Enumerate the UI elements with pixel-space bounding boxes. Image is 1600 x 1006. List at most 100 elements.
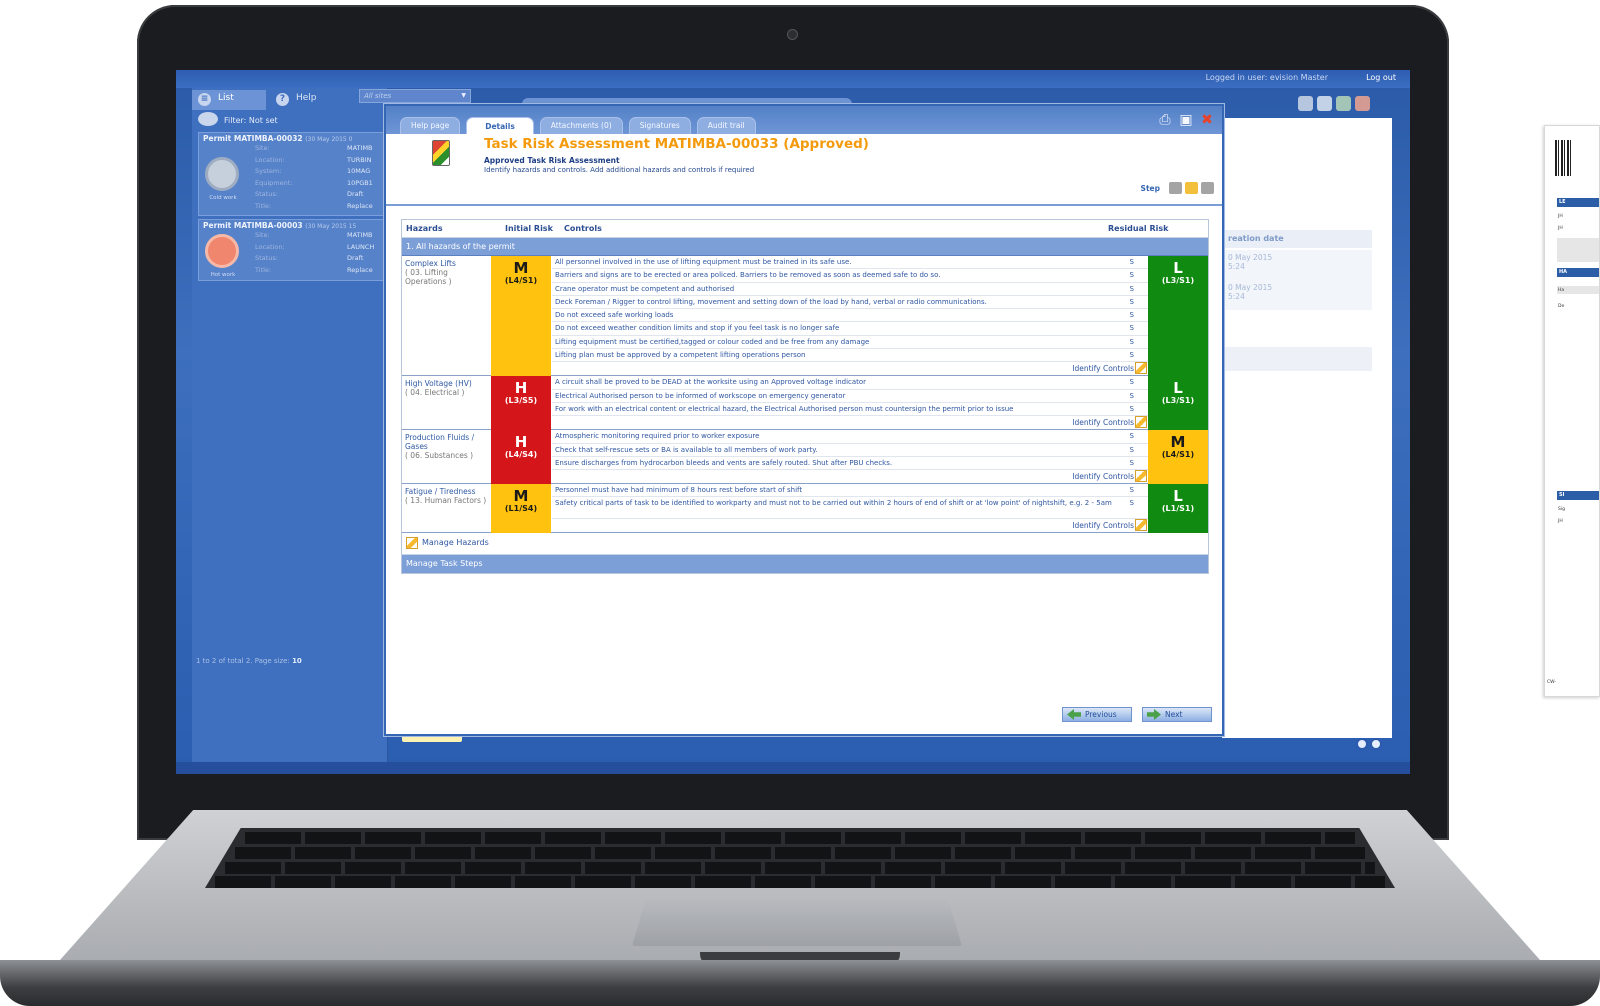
control-item[interactable]: Check that self-rescue sets or BA is ava… (552, 444, 1148, 457)
identify-controls-link[interactable]: Identify Controls (552, 519, 1148, 533)
control-flag: S (1129, 391, 1134, 400)
doc-footer: CW- (1547, 680, 1557, 685)
control-flag: S (1129, 499, 1134, 508)
field-value: Replace (347, 201, 373, 210)
control-item[interactable]: Crane operator must be competent and aut… (552, 283, 1148, 296)
tab-audit-trail[interactable]: Audit trail (696, 117, 756, 134)
field-value: MATIMB (347, 144, 373, 152)
print-icon[interactable] (1298, 96, 1313, 111)
control-item[interactable]: Safety critical parts of task to be iden… (552, 497, 1148, 520)
control-item[interactable]: Ensure discharges from hydrocarbon bleed… (552, 457, 1148, 471)
page-size[interactable]: 10 (292, 657, 302, 665)
risk-level: M (513, 487, 529, 506)
control-item[interactable]: Atmospheric monitoring required prior to… (552, 430, 1148, 444)
previous-label: Previous (1085, 710, 1117, 719)
laptop-front-edge (0, 960, 1600, 1006)
permit-card[interactable]: Permit MATIMBA-00003 (30 May 2015 15 Hot… (198, 219, 386, 281)
control-item[interactable]: Do not exceed safe working loads S (552, 309, 1148, 323)
manage-task-steps[interactable]: Manage Task Steps (402, 555, 1208, 574)
top-bar: Logged in user: evision Master Log out (176, 70, 1410, 88)
task-risk-dialog: Help page Details Attachments (0) Signat… (384, 104, 1224, 736)
save-icon[interactable] (1317, 96, 1332, 111)
recycle-icon[interactable] (1336, 96, 1351, 111)
hazard-grid: Hazards Initial Risk Controls Residual R… (401, 219, 1209, 575)
permit-title-text: Permit MATIMBA-00032 (203, 134, 303, 143)
hazard-row[interactable]: Complex Lifts( 03. Lifting Operations ) A… (402, 256, 1208, 377)
initial-risk-badge: M (L1/S4) (491, 484, 551, 534)
site-select[interactable]: All sites ▼ (359, 89, 471, 103)
manage-hazards-link[interactable]: Manage Hazards (402, 533, 1208, 556)
hazard-name[interactable]: High Voltage (HV) (405, 379, 489, 388)
hazard-name[interactable]: Production Fluids / Gases (405, 433, 489, 451)
filter-bar[interactable]: Filter: Not set (198, 112, 278, 126)
logo-circle (1356, 738, 1368, 750)
hazard-category: ( 04. Electrical ) (405, 388, 465, 398)
identify-controls-link[interactable]: Identify Controls (552, 362, 1148, 376)
control-text: Crane operator must be competent and aut… (555, 284, 735, 293)
tab-list[interactable]: ≡ List (192, 90, 266, 110)
control-flag: S (1129, 486, 1134, 495)
control-item[interactable]: All personnel involved in the use of lif… (552, 256, 1148, 270)
background-row[interactable]: 0 May 2015 5:24 (1222, 250, 1372, 280)
risk-code: (L1/S4) (504, 504, 538, 514)
previous-button[interactable]: Previous (1062, 707, 1132, 722)
control-flag: S (1129, 432, 1134, 441)
permit-card[interactable]: Permit MATIMBA-00032 (30 May 2015 0 Cold… (198, 132, 386, 216)
control-item[interactable]: Do not exceed weather condition limits a… (552, 322, 1148, 336)
control-item[interactable]: Lifting equipment must be certified,tagg… (552, 336, 1148, 350)
control-item[interactable]: A circuit shall be proved to be DEAD at … (552, 376, 1148, 390)
identify-controls-label: Identify Controls (1072, 364, 1134, 374)
doc-line: JH (1558, 214, 1563, 219)
step-next-button[interactable] (1201, 182, 1214, 194)
doc-line: Ha (1558, 288, 1565, 293)
next-button[interactable]: Next (1142, 707, 1212, 722)
initial-risk-badge: M (L4/S1) (491, 256, 551, 377)
row-time: 5:24 (1228, 292, 1245, 301)
hazard-row[interactable]: Production Fluids / Gases( 06. Substance… (402, 430, 1208, 485)
control-item[interactable]: Electrical Authorised person to be infor… (552, 390, 1148, 403)
identify-controls-link[interactable]: Identify Controls (552, 416, 1148, 430)
step-indicator: Step (1141, 182, 1214, 194)
control-text: Check that self-rescue sets or BA is ava… (555, 445, 818, 454)
control-item[interactable]: Lifting plan must be approved by a compe… (552, 349, 1148, 363)
bottom-bar (176, 762, 1410, 774)
background-row[interactable]: 0 May 2015 5:24 (1222, 280, 1372, 310)
permit-field: Status: Draft (199, 190, 385, 202)
logout-link[interactable]: Log out (1366, 73, 1396, 82)
control-item[interactable]: For work with an electrical content or e… (552, 403, 1148, 417)
logo-circle (1370, 738, 1382, 750)
chevron-down-icon: ▼ (461, 92, 466, 99)
tab-help[interactable]: ? Help (270, 90, 344, 110)
webcam (787, 29, 798, 40)
close-icon[interactable] (1355, 96, 1370, 111)
hazard-row[interactable]: High Voltage (HV)( 04. Electrical ) A cir… (402, 376, 1208, 431)
control-item[interactable]: Barriers and signs are to be erected or … (552, 269, 1148, 283)
hazard-group: 1. All hazards of the permit (402, 238, 1208, 256)
risk-code: (L3/S5) (504, 396, 538, 406)
close-icon[interactable]: ✖ (1198, 111, 1216, 129)
risk-level: L (1173, 379, 1183, 398)
identify-controls-link[interactable]: Identify Controls (552, 470, 1148, 484)
step-current-button[interactable] (1185, 182, 1198, 194)
field-key: Title: (255, 265, 272, 274)
print-icon[interactable]: ⎙ (1156, 111, 1174, 129)
hazard-name[interactable]: Fatigue / Tiredness (405, 487, 489, 496)
control-item[interactable]: Deck Foreman / Rigger to control lifting… (552, 296, 1148, 310)
hazard-row[interactable]: Fatigue / Tiredness( 13. Human Factors )… (402, 484, 1208, 534)
tab-attachments[interactable]: Attachments (0) (539, 117, 623, 134)
control-text: Do not exceed safe working loads (555, 311, 674, 320)
tab-help-page[interactable]: Help page (400, 117, 461, 134)
hazard-name[interactable]: Complex Lifts (405, 259, 489, 268)
control-text: For work with an electrical content or e… (555, 404, 1014, 413)
control-item[interactable]: Personnel must have had minimum of 8 hou… (552, 484, 1148, 498)
control-flag: S (1129, 404, 1134, 413)
tab-details[interactable]: Details (466, 117, 534, 134)
dialog-toolbar: ⎙ ▣ ✖ (1156, 111, 1216, 129)
col-hazards: Hazards (406, 224, 443, 233)
control-flag: S (1129, 258, 1134, 266)
field-key: Site: (255, 144, 270, 152)
tab-signatures[interactable]: Signatures (628, 117, 691, 134)
save-icon[interactable]: ▣ (1177, 111, 1195, 129)
step-prev-button[interactable] (1169, 182, 1182, 194)
edit-icon (1135, 362, 1147, 375)
